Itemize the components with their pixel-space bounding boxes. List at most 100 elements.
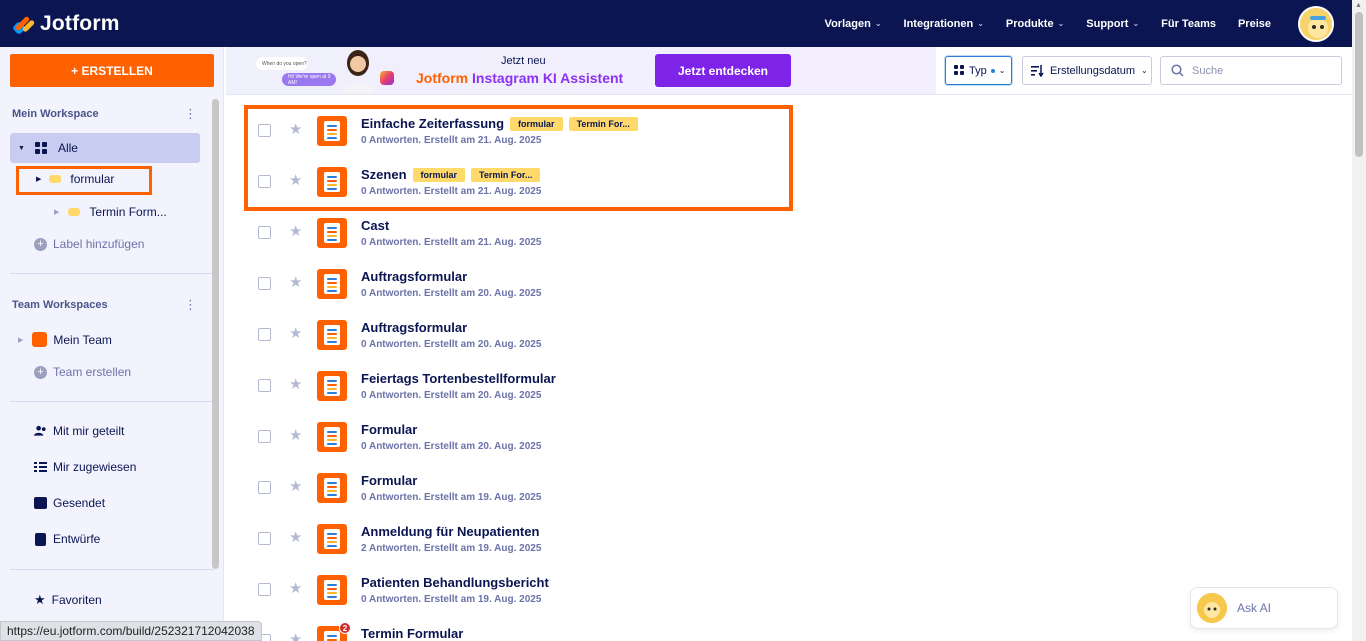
instagram-icon [380, 71, 394, 85]
form-icon [317, 371, 347, 401]
grid-icon [954, 65, 965, 76]
nav-link[interactable]: Support ⌄ [1075, 18, 1150, 30]
sort-button[interactable]: Erstellungsdatum ⌄ [1022, 56, 1152, 85]
table-row[interactable]: ★ Anmeldung für Neupatienten 2 Antworten. … [226, 515, 826, 566]
sidebar-item-label: Gesendet [53, 496, 106, 510]
checklist-icon [34, 461, 47, 473]
star-icon[interactable]: ★ [289, 426, 302, 444]
search-input[interactable]: Suche [1160, 56, 1342, 85]
ask-ai-button[interactable]: Ask AI [1190, 587, 1338, 629]
sort-icon [1031, 64, 1044, 77]
form-title[interactable]: Formular [361, 473, 417, 488]
sidebar-item-label: Mein Team [53, 332, 112, 347]
row-checkbox[interactable] [258, 583, 271, 596]
add-label-button[interactable]: + Label hinzufügen [34, 237, 144, 251]
form-title[interactable]: Cast [361, 218, 389, 233]
sidebar-item-my-team[interactable]: ▶ Mein Team [18, 332, 112, 347]
sidebar-folder-termin[interactable]: ▶ Termin Form... [54, 205, 167, 219]
table-row[interactable]: ★ 2 Termin Formular [226, 617, 826, 641]
create-team-button[interactable]: + Team erstellen [34, 365, 131, 379]
form-title-text: Feiertags Tortenbestellformular [361, 371, 556, 386]
star-icon[interactable]: ★ [289, 477, 302, 495]
nav-links: Vorlagen ⌄ Integrationen ⌄ Produkte ⌄ Support ⌄… [814, 0, 1282, 47]
sidebar-item-sent[interactable]: Gesendet [34, 496, 105, 510]
row-checkbox[interactable] [258, 226, 271, 239]
nav-link[interactable]: Produkte ⌄ [995, 18, 1075, 30]
type-filter-label: Typ [969, 64, 987, 77]
star-icon[interactable]: ★ [289, 375, 302, 393]
nav-link[interactable]: Vorlagen ⌄ [814, 18, 893, 30]
table-row[interactable]: ★ Formular 0 Antworten. Erstellt am 20. Au… [226, 413, 826, 464]
jotform-logo-icon [11, 13, 36, 35]
sidebar-item-label: Mir zugewiesen [53, 460, 137, 474]
table-row[interactable]: ★ Auftragsformular 0 Antworten. Erstellt a… [226, 260, 826, 311]
create-button[interactable]: + ERSTELLEN [10, 54, 214, 87]
sidebar-item-label: Favoriten [51, 593, 102, 607]
table-row[interactable]: ★ Patienten Behandlungsbericht 0 Antworten… [226, 566, 826, 617]
ai-assistant-icon [1197, 593, 1227, 623]
sidebar-item-assigned[interactable]: Mir zugewiesen [34, 460, 136, 474]
table-row[interactable]: ★ Cast 0 Antworten. Erstellt am 21. Aug. 2… [226, 209, 826, 260]
search-icon [1171, 64, 1184, 77]
sidebar-item-drafts[interactable]: Entwürfe [34, 532, 100, 546]
form-meta: 0 Antworten. Erstellt am 20. Aug. 2025 [361, 288, 542, 299]
star-icon[interactable]: ★ [289, 528, 302, 546]
users-icon [34, 425, 47, 437]
row-checkbox[interactable] [258, 532, 271, 545]
form-icon [317, 218, 347, 248]
scroll-up-icon[interactable]: ▲ [1355, 2, 1362, 9]
star-icon[interactable]: ★ [289, 630, 302, 641]
form-title-text: Formular [361, 422, 418, 437]
star-icon[interactable]: ★ [289, 222, 302, 240]
form-title[interactable]: Anmeldung für Neupatienten [361, 524, 539, 539]
table-row[interactable]: ★ Formular 0 Antworten. Erstellt am 19. Au… [226, 464, 826, 515]
form-meta: 0 Antworten. Erstellt am 20. Aug. 2025 [361, 441, 542, 452]
team-workspaces-menu-icon[interactable]: ⋮ [184, 298, 197, 311]
promo-banner[interactable]: When do you open? Hi! We're open at 9 AM… [226, 47, 936, 94]
table-row[interactable]: ★ Feiertags Tortenbestellformular 0 Antwor… [226, 362, 826, 413]
row-checkbox[interactable] [258, 481, 271, 494]
chevron-down-icon: ⌄ [1141, 66, 1148, 75]
sidebar-item-all[interactable]: ▼ Alle [10, 133, 200, 163]
sidebar-item-shared[interactable]: Mit mir geteilt [34, 424, 124, 438]
form-title-text: Termin Formular [361, 626, 464, 641]
form-meta: 0 Antworten. Erstellt am 20. Aug. 2025 [361, 339, 542, 350]
sidebar-item-label: Alle [57, 141, 78, 155]
ask-ai-label: Ask AI [1237, 601, 1272, 615]
form-title[interactable]: Patienten Behandlungsbericht [361, 575, 549, 590]
banner-title-product: Instagram KI Assistent [472, 70, 624, 86]
discover-button[interactable]: Jetzt entdecken [655, 54, 791, 87]
form-title-text: Formular [361, 473, 418, 488]
form-title[interactable]: Feiertags Tortenbestellformular [361, 371, 556, 386]
my-workspace-menu-icon[interactable]: ⋮ [184, 107, 197, 120]
star-icon[interactable]: ★ [289, 579, 302, 597]
team-workspaces-title: Team Workspaces [12, 299, 108, 311]
star-icon[interactable]: ★ [289, 324, 302, 342]
page-scrollbar-thumb[interactable] [1355, 12, 1363, 157]
type-filter-button[interactable]: Typ ⌄ [945, 56, 1012, 85]
form-title[interactable]: Auftragsformular [361, 320, 467, 335]
form-title[interactable]: Formular [361, 422, 417, 437]
table-row[interactable]: ★ Auftragsformular 0 Antworten. Erstellt a… [226, 311, 826, 362]
jotform-logo[interactable]: Jotform [11, 12, 120, 36]
row-checkbox[interactable] [258, 379, 271, 392]
nav-link-label: Vorlagen [824, 17, 871, 30]
add-label-text: Label hinzufügen [53, 237, 145, 251]
form-title[interactable]: Termin Formular [361, 626, 463, 641]
row-checkbox[interactable] [258, 430, 271, 443]
notification-badge: 2 [339, 622, 351, 634]
plus-circle-icon: + [34, 365, 47, 379]
sidebar-item-favorites[interactable]: ★ Favoriten [34, 592, 102, 608]
sort-label: Erstellungsdatum [1050, 64, 1135, 77]
row-checkbox[interactable] [258, 277, 271, 290]
nav-link[interactable]: Integrationen ⌄ [893, 18, 995, 30]
sidebar-scrollbar[interactable] [212, 99, 219, 569]
nav-link[interactable]: Für Teams [1150, 18, 1227, 30]
nav-link[interactable]: Preise [1227, 18, 1282, 30]
my-workspace-title: Mein Workspace [12, 108, 99, 120]
star-icon[interactable]: ★ [289, 273, 302, 291]
row-checkbox[interactable] [258, 328, 271, 341]
form-title[interactable]: Auftragsformular [361, 269, 467, 284]
user-avatar[interactable] [1298, 6, 1334, 42]
form-title-text: Anmeldung für Neupatienten [361, 524, 540, 539]
